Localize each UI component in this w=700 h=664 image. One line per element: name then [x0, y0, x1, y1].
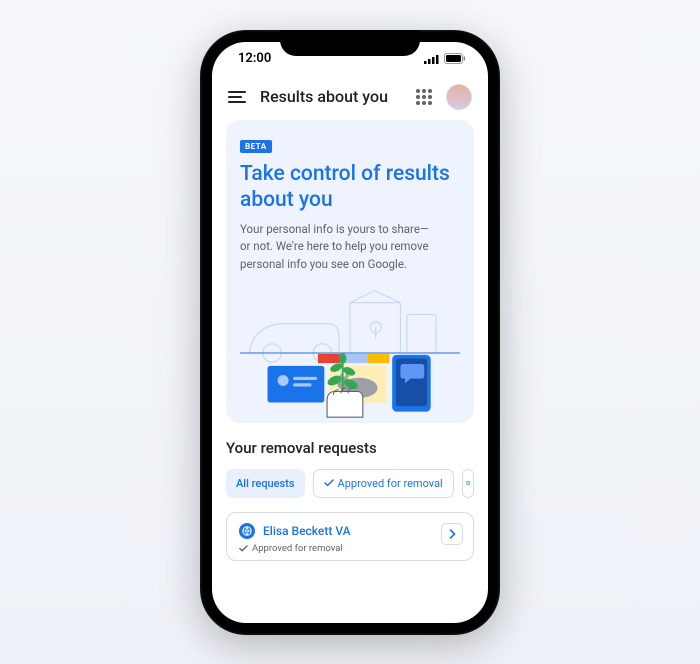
chip-all-requests[interactable]: All requests [226, 469, 305, 498]
expand-button[interactable] [441, 523, 463, 545]
pencil-check-icon [324, 478, 334, 488]
menu-icon[interactable] [228, 91, 246, 103]
removal-request-card[interactable]: Elisa Beckett VA Approved for removal [226, 512, 474, 561]
phone-notch [280, 30, 420, 56]
section-title: Your removal requests [226, 439, 474, 457]
content: BETA Take control of results about you Y… [212, 120, 488, 623]
beta-badge: BETA [240, 140, 272, 153]
chip-approved[interactable]: Approved for removal [313, 469, 454, 498]
hero-body: Your personal info is yours to share— or… [240, 221, 460, 273]
globe-icon [239, 523, 255, 539]
request-status-label: Approved for removal [252, 543, 343, 554]
status-time: 12:00 [238, 51, 271, 66]
check-icon [239, 544, 248, 553]
phone-frame: 12:00 Results about you BETA Take contro… [200, 30, 500, 635]
chip-approved-label: Approved for removal [338, 477, 443, 490]
hero-title: Take control of results about you [240, 161, 460, 214]
signal-icon [424, 54, 440, 64]
hero-illustration [240, 283, 460, 423]
clock-icon [466, 478, 470, 488]
request-name: Elisa Beckett VA [263, 524, 351, 538]
apps-grid-icon[interactable] [416, 89, 432, 105]
avatar[interactable] [446, 84, 472, 110]
page-title: Results about you [260, 87, 402, 106]
screen: 12:00 Results about you BETA Take contro… [212, 42, 488, 623]
status-indicators [424, 53, 466, 64]
filter-chips: All requests Approved for removal [226, 469, 474, 498]
chevron-right-icon [449, 529, 456, 539]
hero-card: BETA Take control of results about you Y… [226, 120, 474, 423]
request-status: Approved for removal [239, 543, 461, 554]
battery-icon [444, 53, 466, 64]
chip-overflow[interactable] [462, 469, 474, 498]
app-header: Results about you [212, 76, 488, 120]
